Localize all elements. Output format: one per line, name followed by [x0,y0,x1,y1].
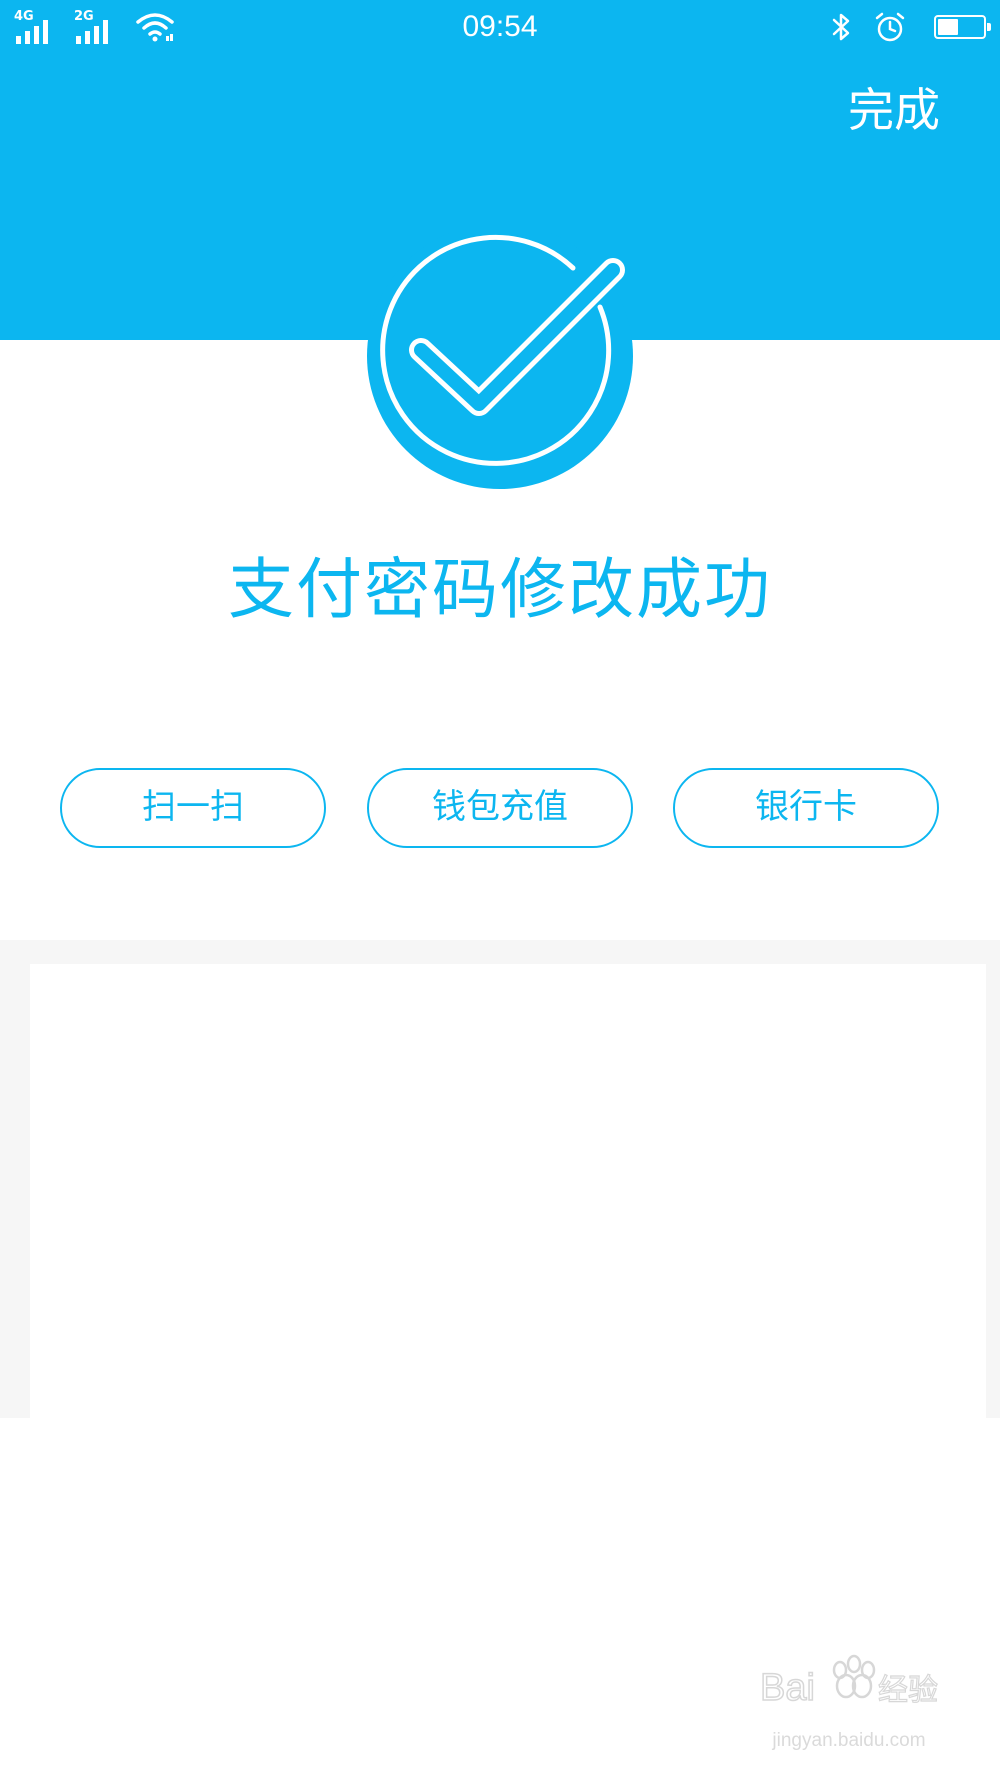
content-card [30,964,986,1418]
done-button[interactable]: 完成 [848,82,940,138]
action-button-row: 扫一扫 钱包充值 银行卡 [0,768,1000,848]
battery-level [938,19,958,35]
baidu-jingyan-watermark: Bai 经验 jingyan.baidu.com [754,1642,944,1752]
svg-text:Bai: Bai [760,1667,815,1709]
scan-button[interactable]: 扫一扫 [60,768,326,848]
battery-icon [934,15,991,39]
payment-password-success-screen: 4G 2G 09:54 完成 支付密码修改成功 扫一扫 钱包充值 银行卡 Bai… [0,0,1000,1778]
status-right [828,10,991,44]
status-bar: 4G 2G 09:54 [0,0,1000,56]
bank-card-button[interactable]: 银行卡 [673,768,939,848]
bluetooth-icon [832,13,850,41]
content-panel [0,940,1000,1418]
baidu-logo-icon: Bai 经验 [759,1654,939,1710]
alarm-icon [875,12,905,42]
svg-text:经验: 经验 [878,1673,938,1708]
checkmark-circle-icon [367,232,633,489]
result-title: 支付密码修改成功 [228,551,772,628]
watermark-url: jingyan.baidu.com [772,1730,926,1751]
wallet-topup-button[interactable]: 钱包充值 [367,768,633,848]
